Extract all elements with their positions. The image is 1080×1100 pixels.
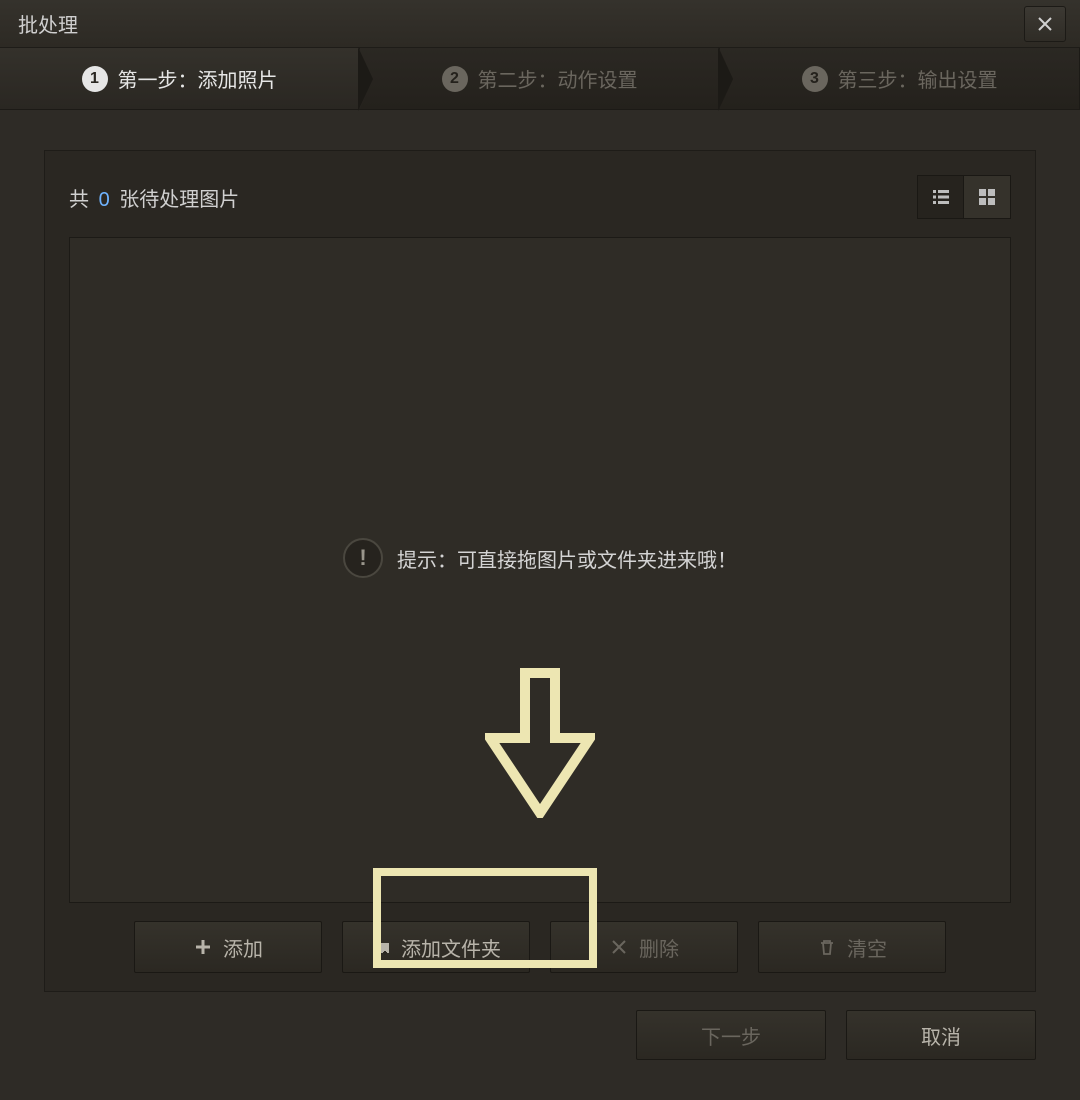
content-panel: 共 0 张待处理图片 ! 提示：可直接拖图片或文件夹进来哦！	[44, 150, 1036, 992]
step-label: 第一步：添加照片	[118, 64, 278, 93]
clear-button[interactable]: 清空	[758, 921, 946, 973]
pending-count: 共 0 张待处理图片	[69, 183, 239, 212]
add-label: 添加	[223, 933, 263, 962]
view-grid-button[interactable]	[964, 176, 1010, 218]
add-folder-button[interactable]: 添加文件夹	[342, 921, 530, 973]
hint-text: 提示：可直接拖图片或文件夹进来哦！	[397, 544, 737, 573]
step-bar: 1 第一步：添加照片 2 第二步：动作设置 3 第三步：输出设置	[0, 48, 1080, 110]
dropzone[interactable]: ! 提示：可直接拖图片或文件夹进来哦！	[69, 237, 1011, 903]
step-1[interactable]: 1 第一步：添加照片	[0, 48, 360, 109]
cancel-label: 取消	[921, 1021, 961, 1050]
delete-button[interactable]: 删除	[550, 921, 738, 973]
list-icon	[931, 187, 951, 207]
info-icon: !	[343, 538, 383, 578]
cancel-button[interactable]: 取消	[846, 1010, 1036, 1060]
content-header: 共 0 张待处理图片	[69, 175, 1011, 219]
footer: 下一步 取消	[636, 1010, 1036, 1060]
window-title: 批处理	[18, 9, 1024, 38]
close-icon	[1037, 16, 1053, 32]
step-badge: 1	[82, 66, 108, 92]
folder-plus-icon	[371, 937, 391, 957]
count-suffix: 张待处理图片	[119, 189, 239, 211]
plus-icon	[193, 937, 213, 957]
trash-icon	[817, 937, 837, 957]
add-button[interactable]: 添加	[134, 921, 322, 973]
clear-label: 清空	[847, 933, 887, 962]
titlebar: 批处理	[0, 0, 1080, 48]
step-badge: 2	[442, 66, 468, 92]
delete-icon	[609, 937, 629, 957]
count-prefix: 共	[69, 189, 89, 211]
action-row: 添加 添加文件夹 删除 清空	[69, 903, 1011, 973]
count-value: 0	[99, 189, 110, 211]
annotation-arrow-icon	[485, 668, 595, 823]
grid-icon	[977, 187, 997, 207]
delete-label: 删除	[639, 933, 679, 962]
step-2[interactable]: 2 第二步：动作设置	[360, 48, 720, 109]
step-badge: 3	[802, 66, 828, 92]
view-toggle	[917, 175, 1011, 219]
next-label: 下一步	[701, 1021, 761, 1050]
step-label: 第二步：动作设置	[478, 64, 638, 93]
close-button[interactable]	[1024, 6, 1066, 42]
view-list-button[interactable]	[918, 176, 964, 218]
add-folder-label: 添加文件夹	[401, 933, 501, 962]
drop-hint: ! 提示：可直接拖图片或文件夹进来哦！	[343, 538, 737, 578]
step-label: 第三步：输出设置	[838, 64, 998, 93]
next-button[interactable]: 下一步	[636, 1010, 826, 1060]
step-3[interactable]: 3 第三步：输出设置	[720, 48, 1080, 109]
